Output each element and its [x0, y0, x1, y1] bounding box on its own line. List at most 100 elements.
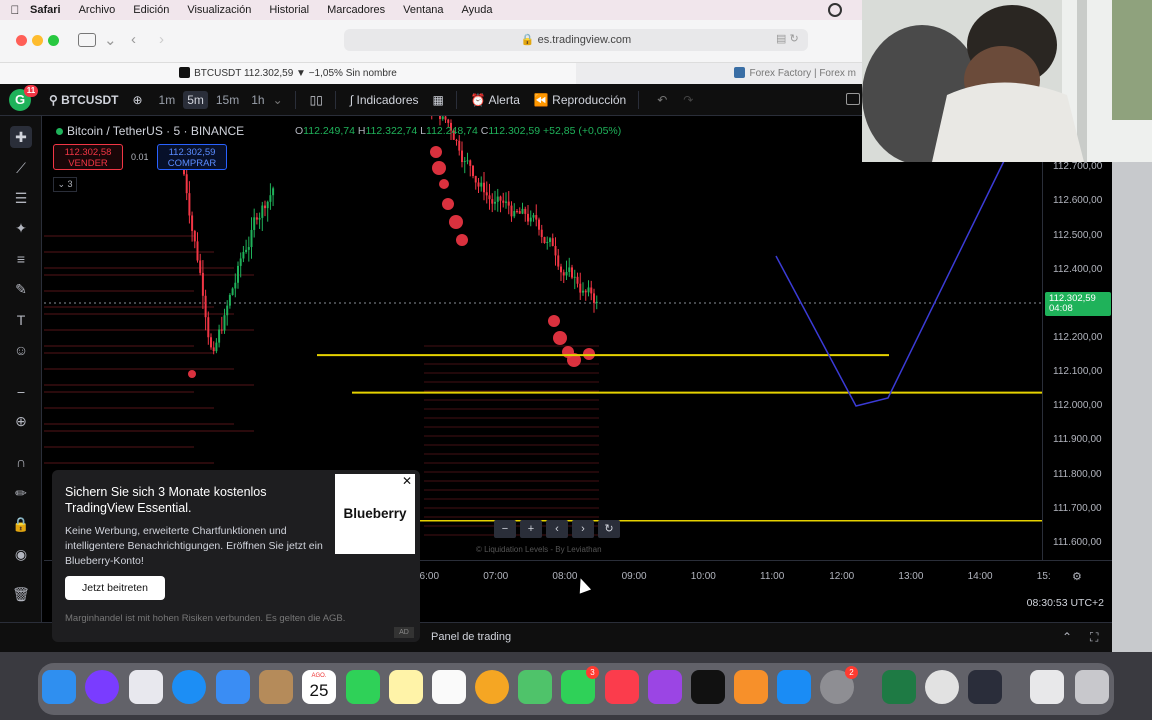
messages-icon[interactable]: [346, 670, 380, 704]
sidebar-icon[interactable]: [78, 33, 96, 47]
patterns-icon[interactable]: ✦: [10, 217, 32, 239]
candle-body: [576, 276, 579, 284]
chevron-up-icon[interactable]: ⌃: [1062, 630, 1072, 644]
close-icon[interactable]: ✕: [400, 474, 414, 488]
reset-chart-button[interactable]: ↻: [598, 520, 620, 538]
contacts-icon[interactable]: [259, 670, 293, 704]
status-menu-icon[interactable]: [828, 3, 842, 17]
zoom-in-icon[interactable]: ⊕: [10, 410, 32, 432]
system-settings-icon[interactable]: 2: [820, 666, 858, 704]
obs-icon[interactable]: [968, 670, 1002, 704]
sell-button[interactable]: 112.302,58 VENDER: [53, 144, 123, 170]
apple-tv-icon[interactable]: [691, 670, 725, 704]
safari-icon[interactable]: [172, 670, 206, 704]
zoom-out-button[interactable]: −: [494, 520, 516, 538]
menu-edicion[interactable]: Edición: [133, 4, 169, 16]
chart-type-icon[interactable]: ▯▯: [310, 93, 323, 107]
address-bar[interactable]: 🔒 es.tradingview.com: [344, 29, 808, 51]
scroll-left-button[interactable]: ‹: [546, 520, 568, 538]
close-window-button[interactable]: [16, 35, 27, 46]
candle-body: [223, 315, 226, 331]
siri-icon[interactable]: [85, 670, 119, 704]
candle-body: [480, 182, 483, 187]
menu-visualizacion[interactable]: Visualización: [187, 4, 251, 16]
mail-icon[interactable]: [216, 670, 250, 704]
indicators-collapse-toggle[interactable]: ⌄ 3: [53, 177, 77, 192]
templates-icon[interactable]: ▦: [433, 93, 444, 107]
fib-retracement-icon[interactable]: ☰: [10, 187, 32, 209]
music-icon[interactable]: [605, 670, 639, 704]
timeframe-1h[interactable]: 1h: [247, 91, 268, 109]
back-icon[interactable]: ‹: [131, 31, 136, 48]
buy-button[interactable]: 112.302,59 COMPRAR: [157, 144, 227, 170]
zoom-window-button[interactable]: [48, 35, 59, 46]
chevron-down-icon[interactable]: ⌄: [104, 31, 117, 49]
undo-icon[interactable]: ↶: [657, 93, 667, 107]
timeframe-1m[interactable]: 1m: [155, 91, 180, 109]
menu-safari[interactable]: Safari: [30, 4, 61, 16]
minimize-window-button[interactable]: [32, 35, 43, 46]
indicators-button[interactable]: ∫ Indicadores: [350, 93, 419, 107]
podcasts-icon[interactable]: [648, 670, 682, 704]
menu-archivo[interactable]: Archivo: [79, 4, 116, 16]
emoji-icon[interactable]: ☺: [10, 339, 32, 361]
calendar-icon[interactable]: AGO. 25: [302, 670, 336, 704]
alert-button[interactable]: ⏰ Alerta: [471, 93, 520, 107]
trend-line-icon[interactable]: ⟋: [10, 157, 32, 179]
chart-legend[interactable]: Bitcoin / TetherUS · 5 · BINANCE: [56, 124, 244, 138]
profile-avatar[interactable]: G 11: [9, 84, 38, 111]
facetime-icon[interactable]: 3: [561, 666, 599, 704]
books-icon[interactable]: [734, 670, 768, 704]
alarm-clock-icon: ⏰: [470, 92, 486, 107]
ruler-icon[interactable]: ⎯: [10, 380, 32, 402]
timeframe-dropdown-icon[interactable]: ⌄: [273, 93, 283, 107]
utc-clock[interactable]: 08:30:53 UTC+2: [1027, 597, 1104, 609]
time-tick-label: 09:00: [621, 571, 647, 582]
maps-icon[interactable]: [518, 670, 552, 704]
tab-label: Forex Factory | Forex m: [749, 68, 856, 79]
forward-icon[interactable]: ›: [159, 31, 164, 48]
compare-symbol-icon[interactable]: ⊕: [132, 93, 142, 107]
high-value: 112.322,74: [365, 125, 418, 137]
price-axis[interactable]: 112.302,59 04:08 112.800,00112.700,00112…: [1042, 116, 1112, 560]
trash-icon[interactable]: 🗑: [10, 583, 32, 605]
magnet-icon[interactable]: ∩: [10, 451, 32, 473]
menu-marcadores[interactable]: Marcadores: [327, 4, 385, 16]
excel-icon[interactable]: [882, 670, 916, 704]
menu-historial[interactable]: Historial: [269, 4, 309, 16]
zoom-in-button[interactable]: +: [520, 520, 542, 538]
hide-drawings-icon[interactable]: ◉: [10, 543, 32, 565]
scroll-right-button[interactable]: ›: [572, 520, 594, 538]
timeframe-5m[interactable]: 5m: [183, 90, 208, 109]
menu-ayuda[interactable]: Ayuda: [462, 4, 493, 16]
tab-forexfactory[interactable]: Forex Factory | Forex m: [576, 63, 862, 85]
maximize-panel-icon[interactable]: ⛶: [1090, 630, 1098, 645]
join-button[interactable]: Jetzt beitreten: [65, 576, 165, 600]
prediction-tools-icon[interactable]: ≡: [10, 248, 32, 270]
brush-icon[interactable]: ✎: [10, 278, 32, 300]
menu-ventana[interactable]: Ventana: [403, 4, 443, 16]
layout-icon[interactable]: [846, 93, 860, 105]
app-store-icon[interactable]: [777, 670, 811, 704]
crosshair-icon[interactable]: ✚: [10, 126, 32, 148]
time-axis-settings-icon[interactable]: ⚙: [1072, 570, 1082, 583]
downloads-folder-icon[interactable]: [1030, 670, 1064, 704]
redo-icon[interactable]: ↷: [683, 93, 693, 107]
launchpad-icon[interactable]: [129, 670, 163, 704]
translate-icon[interactable]: ▤ ↻: [776, 32, 799, 45]
trading-panel-tab[interactable]: Panel de trading: [431, 631, 511, 643]
apple-icon[interactable]: : [0, 3, 30, 17]
symbol-search-button[interactable]: ⚲ BTCUSDT: [49, 93, 118, 107]
reminders-icon[interactable]: [432, 670, 466, 704]
trash-bin-icon[interactable]: [1075, 670, 1109, 704]
notes-icon[interactable]: [389, 670, 423, 704]
tab-tradingview[interactable]: BTCUSDT 112.302,59 ▼ −1,05% Sin nombre: [0, 63, 576, 85]
stay-in-drawing-mode-icon[interactable]: ✏: [10, 482, 32, 504]
photos-icon[interactable]: [475, 670, 509, 704]
chrome-icon[interactable]: [925, 670, 959, 704]
timeframe-15m[interactable]: 15m: [212, 91, 243, 109]
finder-icon[interactable]: [42, 670, 76, 704]
replay-button[interactable]: ⏪ Reproducción: [534, 93, 626, 107]
lock-drawings-icon[interactable]: 🔒: [10, 513, 32, 535]
text-tool-icon[interactable]: T: [10, 309, 32, 331]
